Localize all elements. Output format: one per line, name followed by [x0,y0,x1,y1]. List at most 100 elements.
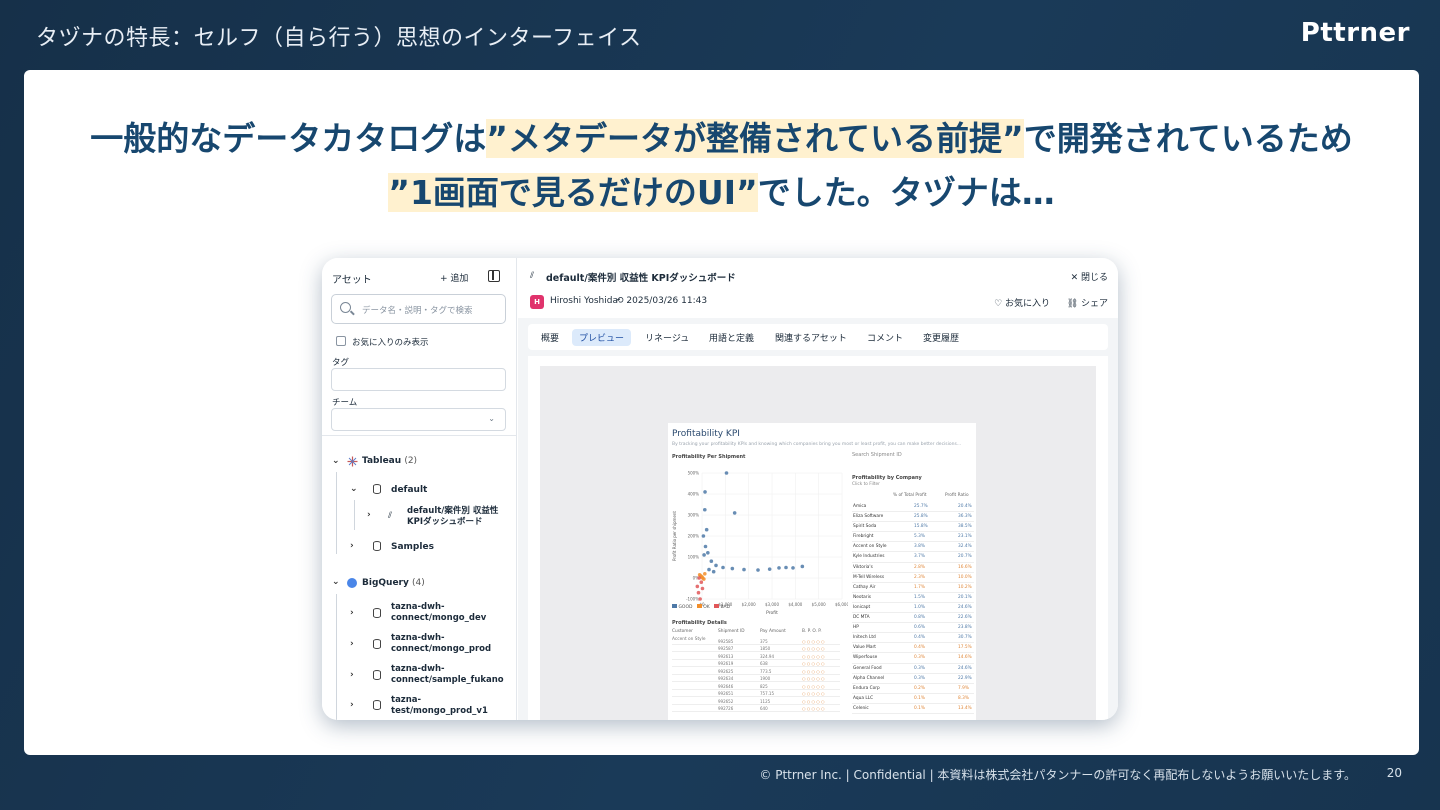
chevron-right-icon[interactable]: › [350,700,354,710]
company-ratio: 10.0% [958,574,972,580]
updated-date: ⟲ 2025/03/26 11:43 [616,296,707,306]
company-row[interactable]: Accent on Style 3.8% 32.4% [852,542,974,553]
chevron-right-icon[interactable]: › [350,639,354,649]
flag-marks: ○ ○ ○ ○ ○ [802,706,825,711]
company-row[interactable]: Spirit Soda 15.8% 38.5% [852,522,974,533]
shipment-id: 992652 [718,698,734,704]
company-row[interactable]: Kyle Industries 3.7% 20.7% [852,552,974,563]
company-name: Celenic [853,705,869,711]
close-button[interactable]: ✕ 閉じる [1071,270,1108,283]
scatter-point-good [701,534,706,538]
company-ratio: 38.5% [958,524,972,530]
tree-item-tableau[interactable]: Tableau (2) [362,456,417,467]
company-row[interactable]: M-Tell Wireless 2.3% 10.0% [852,573,974,583]
brand-logo: Pttrner [1300,18,1410,48]
company-share: 0.8% [914,615,925,621]
company-row[interactable]: Eliza Software 25.8% 36.3% [852,512,974,523]
shipment-id: 992726 [718,706,734,711]
sidebar-title: アセット [332,275,372,286]
chevron-down-icon[interactable]: ⌄ [332,577,340,587]
details-row: 992585 375 ○ ○ ○ ○ ○ [672,637,840,645]
slide-title: タヅナの特長：セルフ（自ら行う）思想のインターフェイス [36,26,642,51]
company-share: 25.7% [914,504,928,509]
chart-icon: ⫽ [530,271,535,281]
company-row[interactable]: General Food 0.3% 24.6% [852,664,974,674]
company-row[interactable]: Cathay Air 1.7% 10.2% [852,583,974,593]
company-row[interactable]: DC MTA 0.8% 22.6% [852,613,974,624]
company-share: 25.8% [914,514,928,520]
search-input[interactable]: データ名・説明・タグで検索 [331,294,506,324]
tree-item-default[interactable]: default [391,485,427,496]
chevron-down-icon[interactable]: ⌄ [332,456,340,466]
scatter-point-good [707,567,711,572]
scatter-point-good [800,564,805,569]
tab-lineage[interactable]: リネージュ [638,329,696,346]
flag-marks: ○ ○ ○ ○ ○ [802,668,825,674]
tableau-icon [347,456,358,467]
scatter-point-good [756,568,760,572]
company-row[interactable]: Endura Corp 0.2% 7.9% [852,684,974,694]
tree-item-dataset[interactable]: tazna-dwh- connect/mongo_prod [391,633,491,655]
tree-label: Tableau [362,456,402,466]
tree-item-dashboard[interactable]: default/案件別 収益性 KPIダッシュボード [407,506,498,528]
pay-amount: 375 [760,638,768,644]
database-icon [373,639,381,649]
collapse-sidebar-icon[interactable] [488,270,500,282]
tree-item-dataset[interactable]: tazna- test/mongo_prod_v1 [391,695,488,717]
company-name: Endura Corp [853,685,880,691]
company-ratio: 7.9% [958,685,969,691]
tree-item-bigquery[interactable]: BigQuery (4) [362,578,425,589]
favorites-label: お気に入りのみ表示 [352,338,429,348]
company-row[interactable]: Amica 25.7% 20.4% [852,502,974,513]
tree-label-line: connect/sample_fukano [391,675,504,685]
company-row[interactable]: HP 0.6% 23.8% [852,623,974,634]
company-row[interactable]: Value Mart 0.4% 17.5% [852,643,974,654]
company-row[interactable]: Celenic 0.1% 13.4% [852,704,974,714]
chevron-down-icon[interactable]: ⌄ [350,484,358,494]
tab-glossary[interactable]: 用語と定義 [702,329,761,346]
tree-item-samples[interactable]: Samples [391,542,434,553]
company-row[interactable]: Alpha Channel 0.3% 22.9% [852,674,974,684]
company-share: 15.8% [914,524,928,530]
chevron-right-icon[interactable]: › [350,670,354,680]
shipment-search[interactable]: Search Shipment ID [852,452,902,458]
headline-line-2: ”1画面で見るだけのUI”でした。タヅナは… [24,166,1419,220]
date-text: 2025/03/26 11:43 [626,296,708,306]
company-row[interactable]: Aqua LLC 0.1% 8.3% [852,694,974,704]
asset-sidebar: アセット + 追加 データ名・説明・タグで検索 お気に入りのみ表示 タグ チーム… [322,258,517,720]
add-asset-button[interactable]: + 追加 [440,271,468,284]
author-name: Hiroshi Yoshida [550,296,618,306]
company-ratio: 20.4% [958,504,972,509]
tab-history[interactable]: 変更履歴 [916,329,966,346]
company-name: Initech Ltd [853,635,876,641]
tab-related-assets[interactable]: 関連するアセット [768,329,854,346]
company-row[interactable]: Firebright 5.3% 23.1% [852,532,974,543]
chevron-right-icon[interactable]: › [350,541,354,551]
y-tick-label: 200% [688,534,700,539]
favorite-button[interactable]: ♡ お気に入り [994,296,1050,309]
details-col-pay: Pay Amount [760,629,786,634]
flag-marks: ○ ○ ○ ○ ○ [802,638,825,644]
tab-overview[interactable]: 概要 [534,329,566,346]
chevron-right-icon[interactable]: › [367,510,371,520]
tree-item-dataset[interactable]: tazna-dwh- connect/mongo_dev [391,602,486,624]
company-ratio: 20.1% [958,594,972,600]
shipment-id: 992613 [718,653,734,659]
chevron-right-icon[interactable]: › [350,608,354,618]
company-row[interactable]: Viktoria's 2.8% 16.6% [852,563,974,573]
tag-input[interactable] [331,368,506,391]
tree-item-dataset[interactable]: tazna-dwh- connect/sample_fukano [391,664,504,686]
company-row[interactable]: Ionicapt 1.0% 24.6% [852,603,974,614]
tab-preview[interactable]: プレビュー [572,329,632,346]
share-button[interactable]: ⛓ シェア [1067,296,1108,309]
team-select[interactable]: ⌄ [331,408,506,431]
database-icon [373,608,381,618]
flag-marks: ○ ○ ○ ○ ○ [802,683,825,689]
legend-bad: BAD [720,605,731,610]
favorites-checkbox[interactable] [336,336,346,346]
footer-text: © Pttrner Inc. | Confidential | 本資料は株式会社… [759,768,1356,782]
tab-comments[interactable]: コメント [860,329,910,346]
company-row[interactable]: Wiperfouse 0.3% 14.6% [852,653,974,664]
company-row[interactable]: Neotaris 1.5% 20.1% [852,593,974,603]
company-row[interactable]: Initech Ltd 0.4% 30.7% [852,633,974,644]
